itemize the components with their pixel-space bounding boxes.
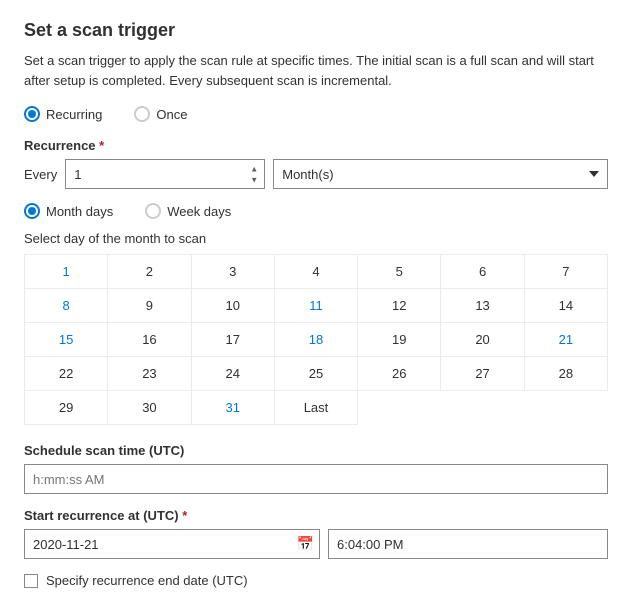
page-description: Set a scan trigger to apply the scan rul… bbox=[24, 51, 608, 90]
calendar-day-31[interactable]: 31 bbox=[192, 391, 275, 425]
calendar-day-30[interactable]: 30 bbox=[108, 391, 191, 425]
recurrence-unit-select[interactable]: Month(s) Week(s) Day(s) bbox=[273, 159, 608, 189]
calendar-day-25[interactable]: 25 bbox=[275, 357, 358, 391]
calendar-day-2[interactable]: 2 bbox=[108, 255, 191, 289]
page-title: Set a scan trigger bbox=[24, 20, 608, 41]
calendar-day-23[interactable]: 23 bbox=[108, 357, 191, 391]
calendar-day-29[interactable]: 29 bbox=[25, 391, 108, 425]
radio-recurring[interactable]: Recurring bbox=[24, 106, 102, 122]
calendar-day-4[interactable]: 4 bbox=[275, 255, 358, 289]
radio-label-once: Once bbox=[156, 107, 187, 122]
radio-label-week-days: Week days bbox=[167, 204, 231, 219]
spinner-down[interactable]: ▼ bbox=[247, 175, 261, 185]
calendar-day-Last[interactable]: Last bbox=[275, 391, 358, 425]
calendar-day-1[interactable]: 1 bbox=[25, 255, 108, 289]
radio-label-recurring: Recurring bbox=[46, 107, 102, 122]
calendar-day-3[interactable]: 3 bbox=[192, 255, 275, 289]
calendar-day-26[interactable]: 26 bbox=[358, 357, 441, 391]
every-label: Every bbox=[24, 167, 57, 182]
day-type-group: Month days Week days bbox=[24, 203, 608, 219]
start-date-input[interactable] bbox=[24, 529, 320, 559]
radio-month-days[interactable]: Month days bbox=[24, 203, 113, 219]
radio-circle-week-days bbox=[145, 203, 161, 219]
calendar-day-21[interactable]: 21 bbox=[525, 323, 608, 357]
calendar-day-5[interactable]: 5 bbox=[358, 255, 441, 289]
calendar-day-7[interactable]: 7 bbox=[525, 255, 608, 289]
end-date-row: Specify recurrence end date (UTC) bbox=[24, 573, 608, 588]
spinner-buttons: ▲ ▼ bbox=[247, 164, 261, 185]
date-input-wrapper: 📅 bbox=[24, 529, 320, 559]
trigger-type-group: Recurring Once bbox=[24, 106, 608, 122]
recurrence-label: Recurrence bbox=[24, 138, 608, 153]
calendar-day-18[interactable]: 18 bbox=[275, 323, 358, 357]
calendar-day-16[interactable]: 16 bbox=[108, 323, 191, 357]
spinner-up[interactable]: ▲ bbox=[247, 164, 261, 174]
radio-circle-month-days bbox=[24, 203, 40, 219]
every-value-input[interactable] bbox=[65, 159, 265, 189]
recurrence-row: Every ▲ ▼ Month(s) Week(s) Day(s) bbox=[24, 159, 608, 189]
calendar-day-20[interactable]: 20 bbox=[441, 323, 524, 357]
radio-label-month-days: Month days bbox=[46, 204, 113, 219]
calendar-day-9[interactable]: 9 bbox=[108, 289, 191, 323]
every-input-wrapper: ▲ ▼ bbox=[65, 159, 265, 189]
radio-circle-recurring bbox=[24, 106, 40, 122]
calendar-day-10[interactable]: 10 bbox=[192, 289, 275, 323]
radio-circle-once bbox=[134, 106, 150, 122]
schedule-time-label: Schedule scan time (UTC) bbox=[24, 443, 608, 458]
start-recurrence-label: Start recurrence at (UTC) bbox=[24, 508, 608, 523]
calendar-day-6[interactable]: 6 bbox=[441, 255, 524, 289]
calendar-day-12[interactable]: 12 bbox=[358, 289, 441, 323]
calendar-heading: Select day of the month to scan bbox=[24, 231, 608, 246]
calendar-day-24[interactable]: 24 bbox=[192, 357, 275, 391]
calendar-day-14[interactable]: 14 bbox=[525, 289, 608, 323]
calendar-day-13[interactable]: 13 bbox=[441, 289, 524, 323]
calendar-day-17[interactable]: 17 bbox=[192, 323, 275, 357]
end-date-label: Specify recurrence end date (UTC) bbox=[46, 573, 248, 588]
calendar-day-15[interactable]: 15 bbox=[25, 323, 108, 357]
calendar-grid: 1234567891011121314151617181920212223242… bbox=[24, 254, 608, 425]
radio-once[interactable]: Once bbox=[134, 106, 187, 122]
radio-week-days[interactable]: Week days bbox=[145, 203, 231, 219]
start-recurrence-row: 📅 bbox=[24, 529, 608, 559]
calendar-day-22[interactable]: 22 bbox=[25, 357, 108, 391]
calendar-day-28[interactable]: 28 bbox=[525, 357, 608, 391]
end-date-checkbox[interactable] bbox=[24, 574, 38, 588]
calendar-day-27[interactable]: 27 bbox=[441, 357, 524, 391]
calendar-day-11[interactable]: 11 bbox=[275, 289, 358, 323]
calendar-icon[interactable]: 📅 bbox=[297, 536, 314, 553]
schedule-time-input[interactable] bbox=[24, 464, 608, 494]
start-time-input[interactable] bbox=[328, 529, 608, 559]
calendar-day-19[interactable]: 19 bbox=[358, 323, 441, 357]
calendar-day-8[interactable]: 8 bbox=[25, 289, 108, 323]
